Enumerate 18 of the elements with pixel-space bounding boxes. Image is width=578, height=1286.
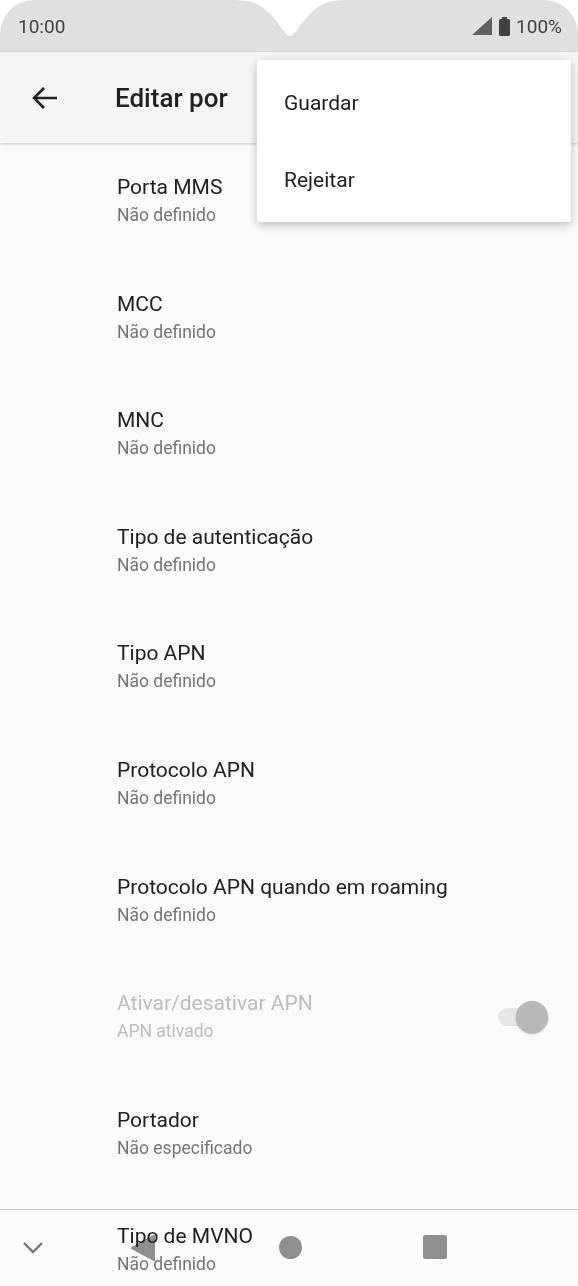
screen-title: Editar por bbox=[115, 82, 228, 113]
settings-item[interactable]: Tipo APN Não definido bbox=[0, 609, 578, 726]
settings-item[interactable]: Tipo de MVNO Não definido bbox=[0, 1192, 578, 1286]
back-arrow-icon[interactable] bbox=[32, 85, 58, 110]
settings-item[interactable]: Portador Não especificado bbox=[0, 1075, 578, 1193]
settings-item[interactable]: Protocolo APN Não definido bbox=[0, 725, 578, 843]
menu-item[interactable]: Rejeitar bbox=[257, 141, 571, 218]
home-circle-icon[interactable] bbox=[279, 1236, 302, 1259]
settings-item[interactable]: Tipo de autenticação Não definido bbox=[0, 492, 578, 610]
clock: 10:00 bbox=[18, 14, 66, 38]
settings-item[interactable]: MCC Não definido bbox=[0, 259, 578, 377]
menu-item[interactable]: Guardar bbox=[257, 64, 571, 141]
signal-icon bbox=[471, 17, 494, 35]
chevron-down-icon[interactable] bbox=[22, 1241, 44, 1255]
battery-icon bbox=[499, 16, 511, 36]
settings-item[interactable]: MNC Não definido bbox=[0, 376, 578, 493]
settings-item[interactable]: Protocolo APN quando em roaming Não definido bbox=[0, 842, 578, 960]
battery-percentage: 100% bbox=[516, 14, 562, 38]
